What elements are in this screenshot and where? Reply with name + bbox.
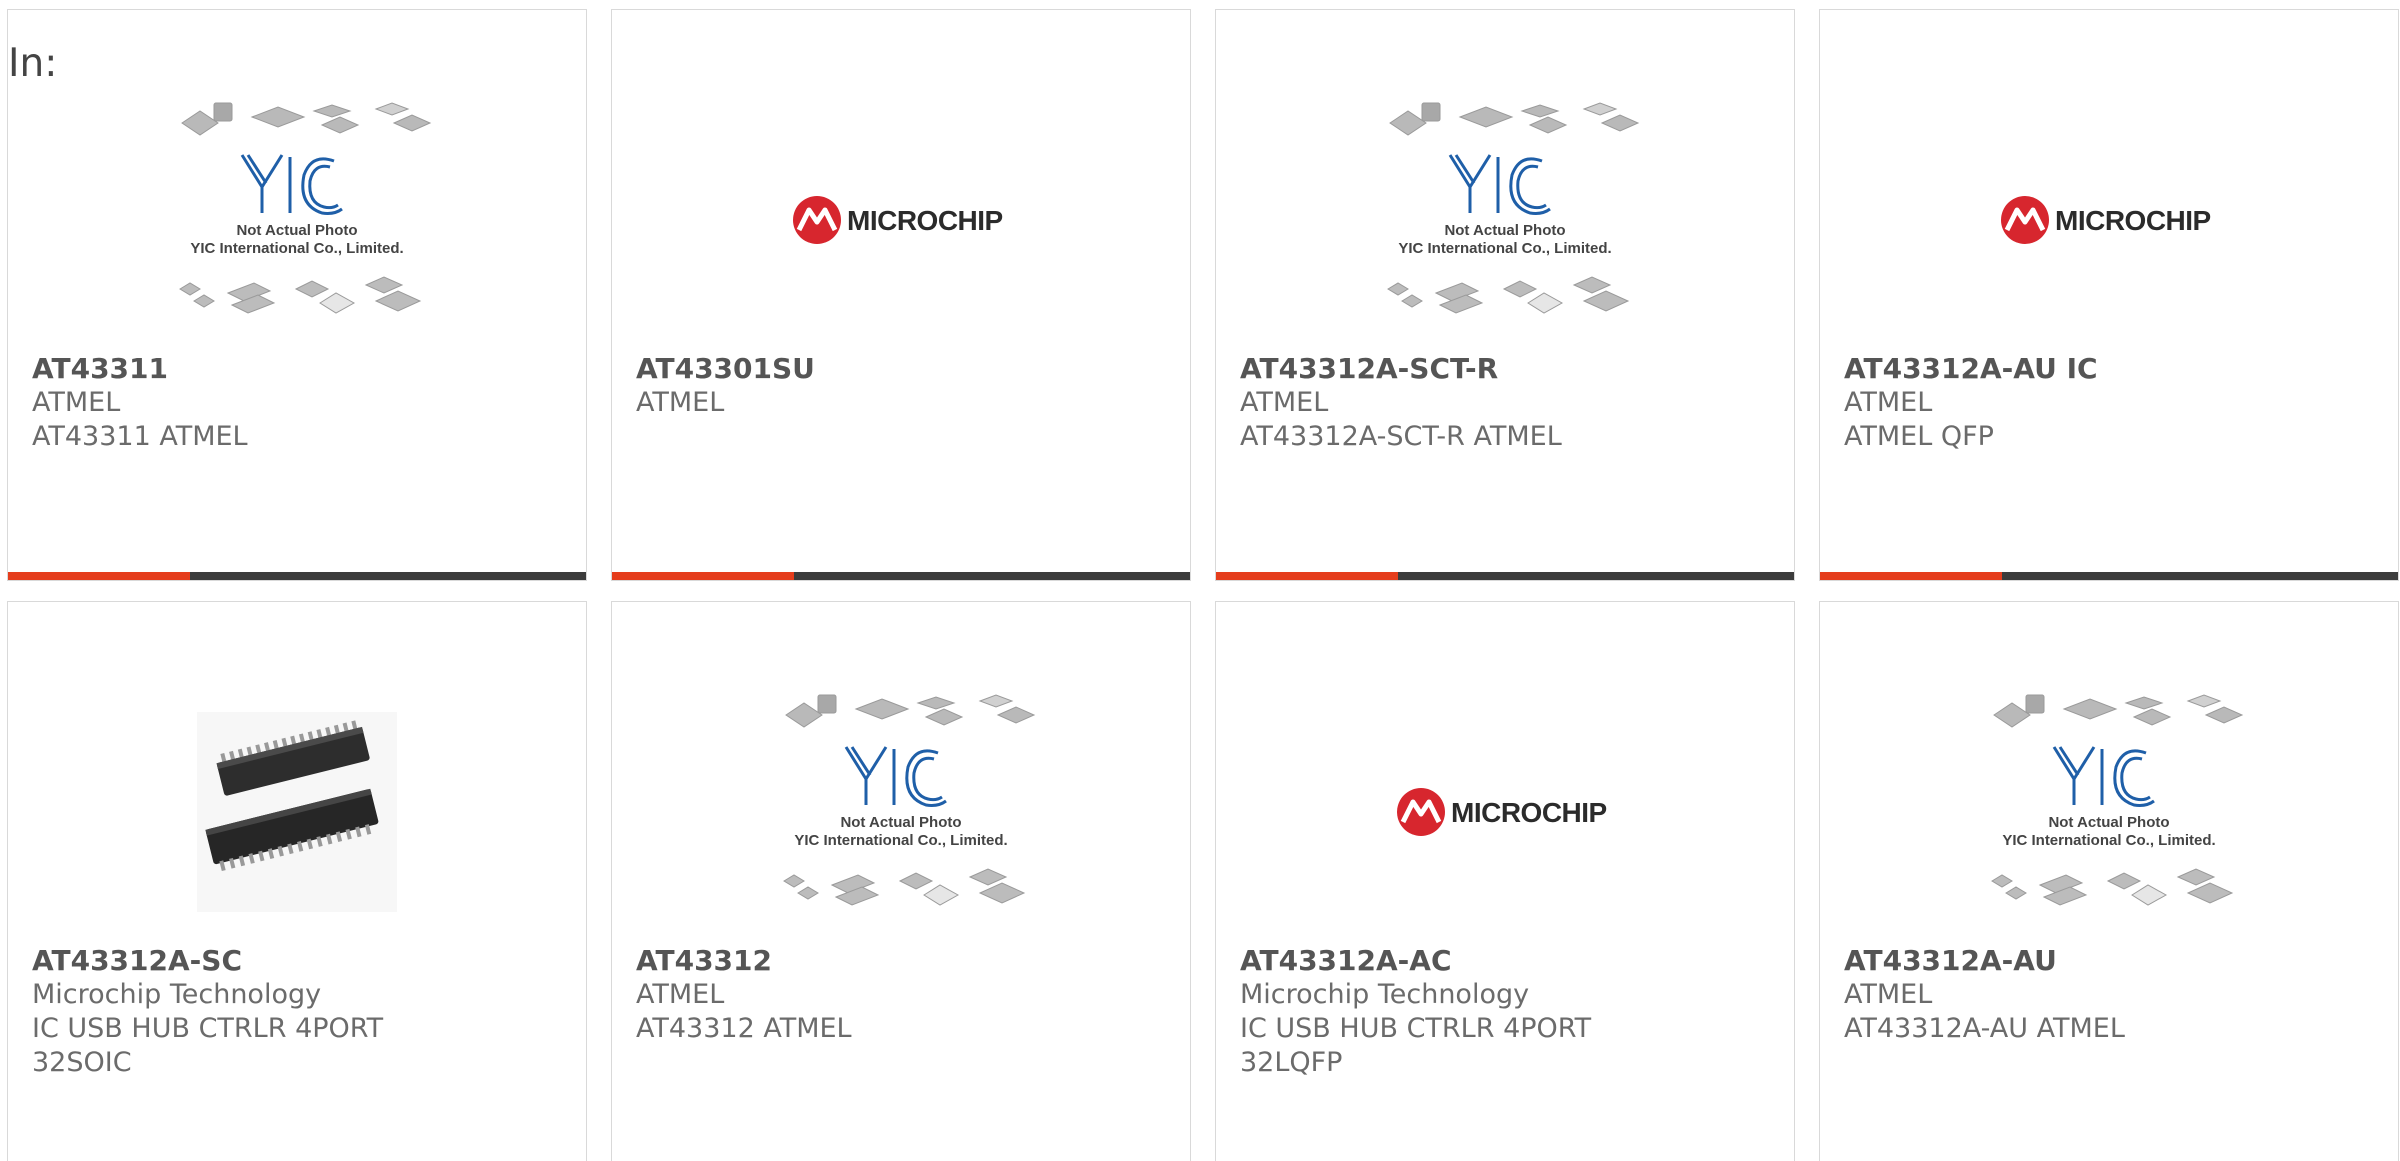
- manufacturer-name: Microchip Technology: [1240, 979, 1530, 1010]
- svg-text:YIC International Co., Limited: YIC International Co., Limited.: [2002, 832, 2215, 849]
- manufacturer-name: ATMEL: [32, 387, 121, 418]
- product-info: AT43312A-AU IC ATMEL ATMEL QFP: [1844, 352, 2374, 454]
- card-bottom-bar: [1820, 572, 2398, 580]
- product-info: AT43312A-AC Microchip Technology IC USB HU…: [1240, 944, 1770, 1080]
- card-accent-stripe: [1216, 572, 1398, 580]
- svg-text:Not Actual Photo: Not Actual Photo: [236, 222, 357, 239]
- product-image[interactable]: Not Actual Photo YIC International Co., …: [8, 90, 586, 350]
- product-card[interactable]: AT43312A-SC Microchip Technology IC USB HU…: [7, 601, 587, 1161]
- product-description: ATMEL QFP: [1844, 421, 1994, 452]
- product-description: AT43312A-AU ATMEL: [1844, 1013, 2125, 1044]
- part-number-link[interactable]: AT43312A-SCT-R: [1240, 352, 1770, 386]
- product-info: AT43312A-SC Microchip Technology IC USB HU…: [32, 944, 562, 1080]
- product-description: AT43312 ATMEL: [636, 1013, 852, 1044]
- product-description: AT43311 ATMEL: [32, 421, 248, 452]
- product-image[interactable]: Not Actual Photo YIC International Co., …: [1216, 90, 1794, 350]
- part-number-link[interactable]: AT43312A-AC: [1240, 944, 1770, 978]
- product-image[interactable]: Not Actual Photo YIC International Co., …: [1820, 682, 2398, 942]
- card-bottom-bar: [612, 572, 1190, 580]
- part-number-link[interactable]: AT43312A-SC: [32, 944, 562, 978]
- svg-text:Not Actual Photo: Not Actual Photo: [1444, 222, 1565, 239]
- card-accent-stripe: [1820, 572, 2002, 580]
- product-image[interactable]: MICROCHIP: [612, 90, 1190, 350]
- part-number-link[interactable]: AT43312: [636, 944, 1166, 978]
- product-description-cont: 32SOIC: [32, 1047, 132, 1078]
- product-card[interactable]: MICROCHIP AT43312A-AC Microchip Technolog…: [1215, 601, 1795, 1161]
- product-image[interactable]: MICROCHIP: [1820, 90, 2398, 350]
- svg-text:Not Actual Photo: Not Actual Photo: [840, 814, 961, 831]
- product-card[interactable]: Not Actual Photo YIC International Co., …: [1819, 601, 2399, 1161]
- product-info: AT43312A-SCT-R ATMEL AT43312A-SCT-R ATMEL: [1240, 352, 1770, 454]
- svg-text:YIC International Co., Limited: YIC International Co., Limited.: [190, 240, 403, 257]
- product-results-page: In: Not Actual Photo YIC International C…: [0, 0, 2400, 1161]
- yic-placeholder-image: Not Actual Photo YIC International Co., …: [783, 694, 1036, 906]
- card-bottom-bar: [8, 572, 586, 580]
- product-description: IC USB HUB CTRLR 4PORT: [1240, 1013, 1592, 1044]
- microchip-logo-image: MICROCHIP: [2001, 196, 2211, 244]
- product-description: IC USB HUB CTRLR 4PORT: [32, 1013, 384, 1044]
- product-card[interactable]: Not Actual Photo YIC International Co., …: [7, 9, 587, 581]
- svg-text:MICROCHIP: MICROCHIP: [1451, 797, 1607, 828]
- manufacturer-name: ATMEL: [1240, 387, 1329, 418]
- manufacturer-name: ATMEL: [636, 979, 725, 1010]
- card-accent-stripe: [8, 572, 190, 580]
- part-number-link[interactable]: AT43311: [32, 352, 562, 386]
- svg-text:MICROCHIP: MICROCHIP: [847, 205, 1003, 236]
- svg-text:MICROCHIP: MICROCHIP: [2055, 205, 2211, 236]
- product-image[interactable]: [8, 682, 586, 942]
- product-grid: Not Actual Photo YIC International Co., …: [7, 9, 2400, 1161]
- yic-placeholder-image: Not Actual Photo YIC International Co., …: [179, 102, 432, 314]
- product-description-cont: 32LQFP: [1240, 1047, 1343, 1078]
- card-bottom-bar: [1216, 572, 1794, 580]
- microchip-logo-image: MICROCHIP: [1397, 788, 1607, 836]
- manufacturer-name: Microchip Technology: [32, 979, 322, 1010]
- product-image[interactable]: MICROCHIP: [1216, 682, 1794, 942]
- product-description: AT43312A-SCT-R ATMEL: [1240, 421, 1562, 452]
- product-card[interactable]: Not Actual Photo YIC International Co., …: [1215, 9, 1795, 581]
- product-info: AT43311 ATMEL AT43311 ATMEL: [32, 352, 562, 454]
- svg-text:YIC International Co., Limited: YIC International Co., Limited.: [794, 832, 1007, 849]
- product-image[interactable]: Not Actual Photo YIC International Co., …: [612, 682, 1190, 942]
- yic-placeholder-image: Not Actual Photo YIC International Co., …: [1991, 694, 2244, 906]
- product-card[interactable]: MICROCHIP AT43312A-AU IC ATMEL ATMEL QFP: [1819, 9, 2399, 581]
- yic-placeholder-image: Not Actual Photo YIC International Co., …: [1387, 102, 1640, 314]
- manufacturer-name: ATMEL: [1844, 979, 1933, 1010]
- svg-text:Not Actual Photo: Not Actual Photo: [2048, 814, 2169, 831]
- product-info: AT43301SU ATMEL: [636, 352, 1166, 420]
- product-info: AT43312A-AU ATMEL AT43312A-AU ATMEL: [1844, 944, 2374, 1046]
- svg-text:YIC International Co., Limited: YIC International Co., Limited.: [1398, 240, 1611, 257]
- manufacturer-name: ATMEL: [636, 387, 725, 418]
- manufacturer-name: ATMEL: [1844, 387, 1933, 418]
- product-card[interactable]: MICROCHIP AT43301SU ATMEL: [611, 9, 1191, 581]
- part-number-link[interactable]: AT43312A-AU IC: [1844, 352, 2374, 386]
- product-card[interactable]: Not Actual Photo YIC International Co., …: [611, 601, 1191, 1161]
- soic-chips-image: [197, 712, 397, 912]
- part-number-link[interactable]: AT43312A-AU: [1844, 944, 2374, 978]
- part-number-link[interactable]: AT43301SU: [636, 352, 1166, 386]
- product-info: AT43312 ATMEL AT43312 ATMEL: [636, 944, 1166, 1046]
- microchip-logo-image: MICROCHIP: [793, 196, 1003, 244]
- filter-in-label: In:: [8, 41, 58, 86]
- card-accent-stripe: [612, 572, 794, 580]
